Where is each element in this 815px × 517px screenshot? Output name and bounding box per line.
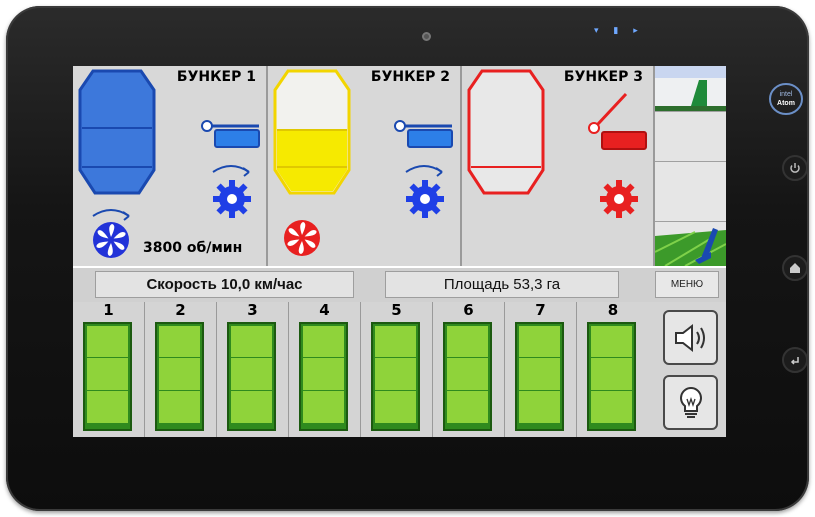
row-status-bar	[155, 322, 204, 431]
field-marker-icon	[655, 222, 726, 266]
bunker-1-dispenser-icon	[201, 120, 260, 148]
fan-rpm-readout: 3800 об/мин	[143, 240, 243, 256]
row-status-bar	[587, 322, 636, 431]
power-icon	[790, 163, 800, 173]
info-bar: Скорость 10,0 км/час Площадь 53,3 га МЕН…	[73, 266, 726, 302]
row-status-bar	[299, 322, 348, 431]
row-status-bar	[515, 322, 564, 431]
row-number: 6	[463, 301, 474, 319]
svg-text:Atom: Atom	[777, 100, 795, 107]
light-button[interactable]	[663, 375, 718, 430]
row-number: 4	[319, 301, 330, 319]
bunker-2-panel[interactable]: БУНКЕР 2	[268, 66, 462, 266]
camera-icon	[422, 32, 431, 41]
home-icon	[790, 263, 800, 273]
row-status-bar	[83, 322, 132, 431]
bunker-3-gear-icon	[600, 180, 638, 218]
svg-text:intel: intel	[780, 91, 793, 98]
sound-button[interactable]	[663, 310, 718, 365]
row-number: 3	[247, 301, 258, 319]
home-button[interactable]	[782, 255, 808, 281]
side-status-panel	[655, 66, 726, 266]
back-button[interactable]	[782, 347, 808, 373]
seeding-row-4[interactable]: 4	[289, 302, 361, 437]
row-number: 5	[391, 301, 402, 319]
seeding-row-1[interactable]: 1	[73, 302, 145, 437]
bunker-1-gear-icon	[212, 165, 251, 218]
bunker-1-panel[interactable]: БУНКЕР 1 3800 об/мин	[73, 66, 268, 266]
bunker-1-hopper-icon	[78, 69, 156, 195]
fan-icon	[92, 209, 130, 258]
seeding-row-8[interactable]: 8	[577, 302, 649, 437]
area-readout: Площадь 53,3 га	[385, 271, 619, 298]
row-status-bar	[443, 322, 492, 431]
bunker-1-title: БУНКЕР 1	[176, 69, 256, 85]
bunker-2-gear-icon	[405, 165, 444, 218]
back-icon	[790, 357, 799, 365]
implement-lift-icon	[655, 66, 726, 111]
seeding-row-2[interactable]: 2	[145, 302, 217, 437]
speed-readout: Скорость 10,0 км/час	[95, 271, 354, 298]
status-leds: ▾ ▮ ▸	[594, 26, 644, 36]
seeding-row-6[interactable]: 6	[433, 302, 505, 437]
row-number: 2	[175, 301, 186, 319]
intel-atom-logo: intel Atom	[769, 83, 803, 115]
row-number: 8	[607, 301, 619, 319]
speaker-icon	[674, 323, 705, 352]
side-empty-cell-2	[655, 162, 726, 222]
seeding-row-7[interactable]: 7	[505, 302, 577, 437]
bunker-2-dispenser-icon	[394, 120, 453, 148]
row-number: 1	[103, 301, 114, 319]
power-button[interactable]	[782, 155, 808, 181]
implement-raised-indicator[interactable]	[655, 66, 726, 112]
row-number: 7	[535, 301, 546, 319]
row-status-bar	[371, 322, 420, 431]
lightbulb-icon	[679, 386, 702, 418]
seeding-row-5[interactable]: 5	[361, 302, 433, 437]
bunker-3-hopper-icon	[467, 69, 545, 195]
bunker-2-title: БУНКЕР 2	[370, 69, 450, 85]
row-status-bar	[227, 322, 276, 431]
bunker-3-dispenser-icon	[588, 92, 647, 150]
fan-2-icon	[284, 220, 320, 256]
bunker-3-title: БУНКЕР 3	[563, 69, 643, 85]
menu-button[interactable]: МЕНЮ	[655, 271, 719, 298]
seeding-rows-panel: 1 2 3 4 5 6 7 8	[73, 302, 655, 437]
seeding-row-3[interactable]: 3	[217, 302, 289, 437]
marker-field-indicator[interactable]	[655, 222, 726, 266]
bunker-2-hopper-icon	[273, 69, 351, 195]
bunker-3-panel[interactable]: БУНКЕР 3	[462, 66, 655, 266]
side-empty-cell	[655, 112, 726, 162]
seeder-control-screen: БУНКЕР 1 3800 об/мин БУНКЕР 2 БУНКЕР 3 С…	[73, 66, 726, 437]
